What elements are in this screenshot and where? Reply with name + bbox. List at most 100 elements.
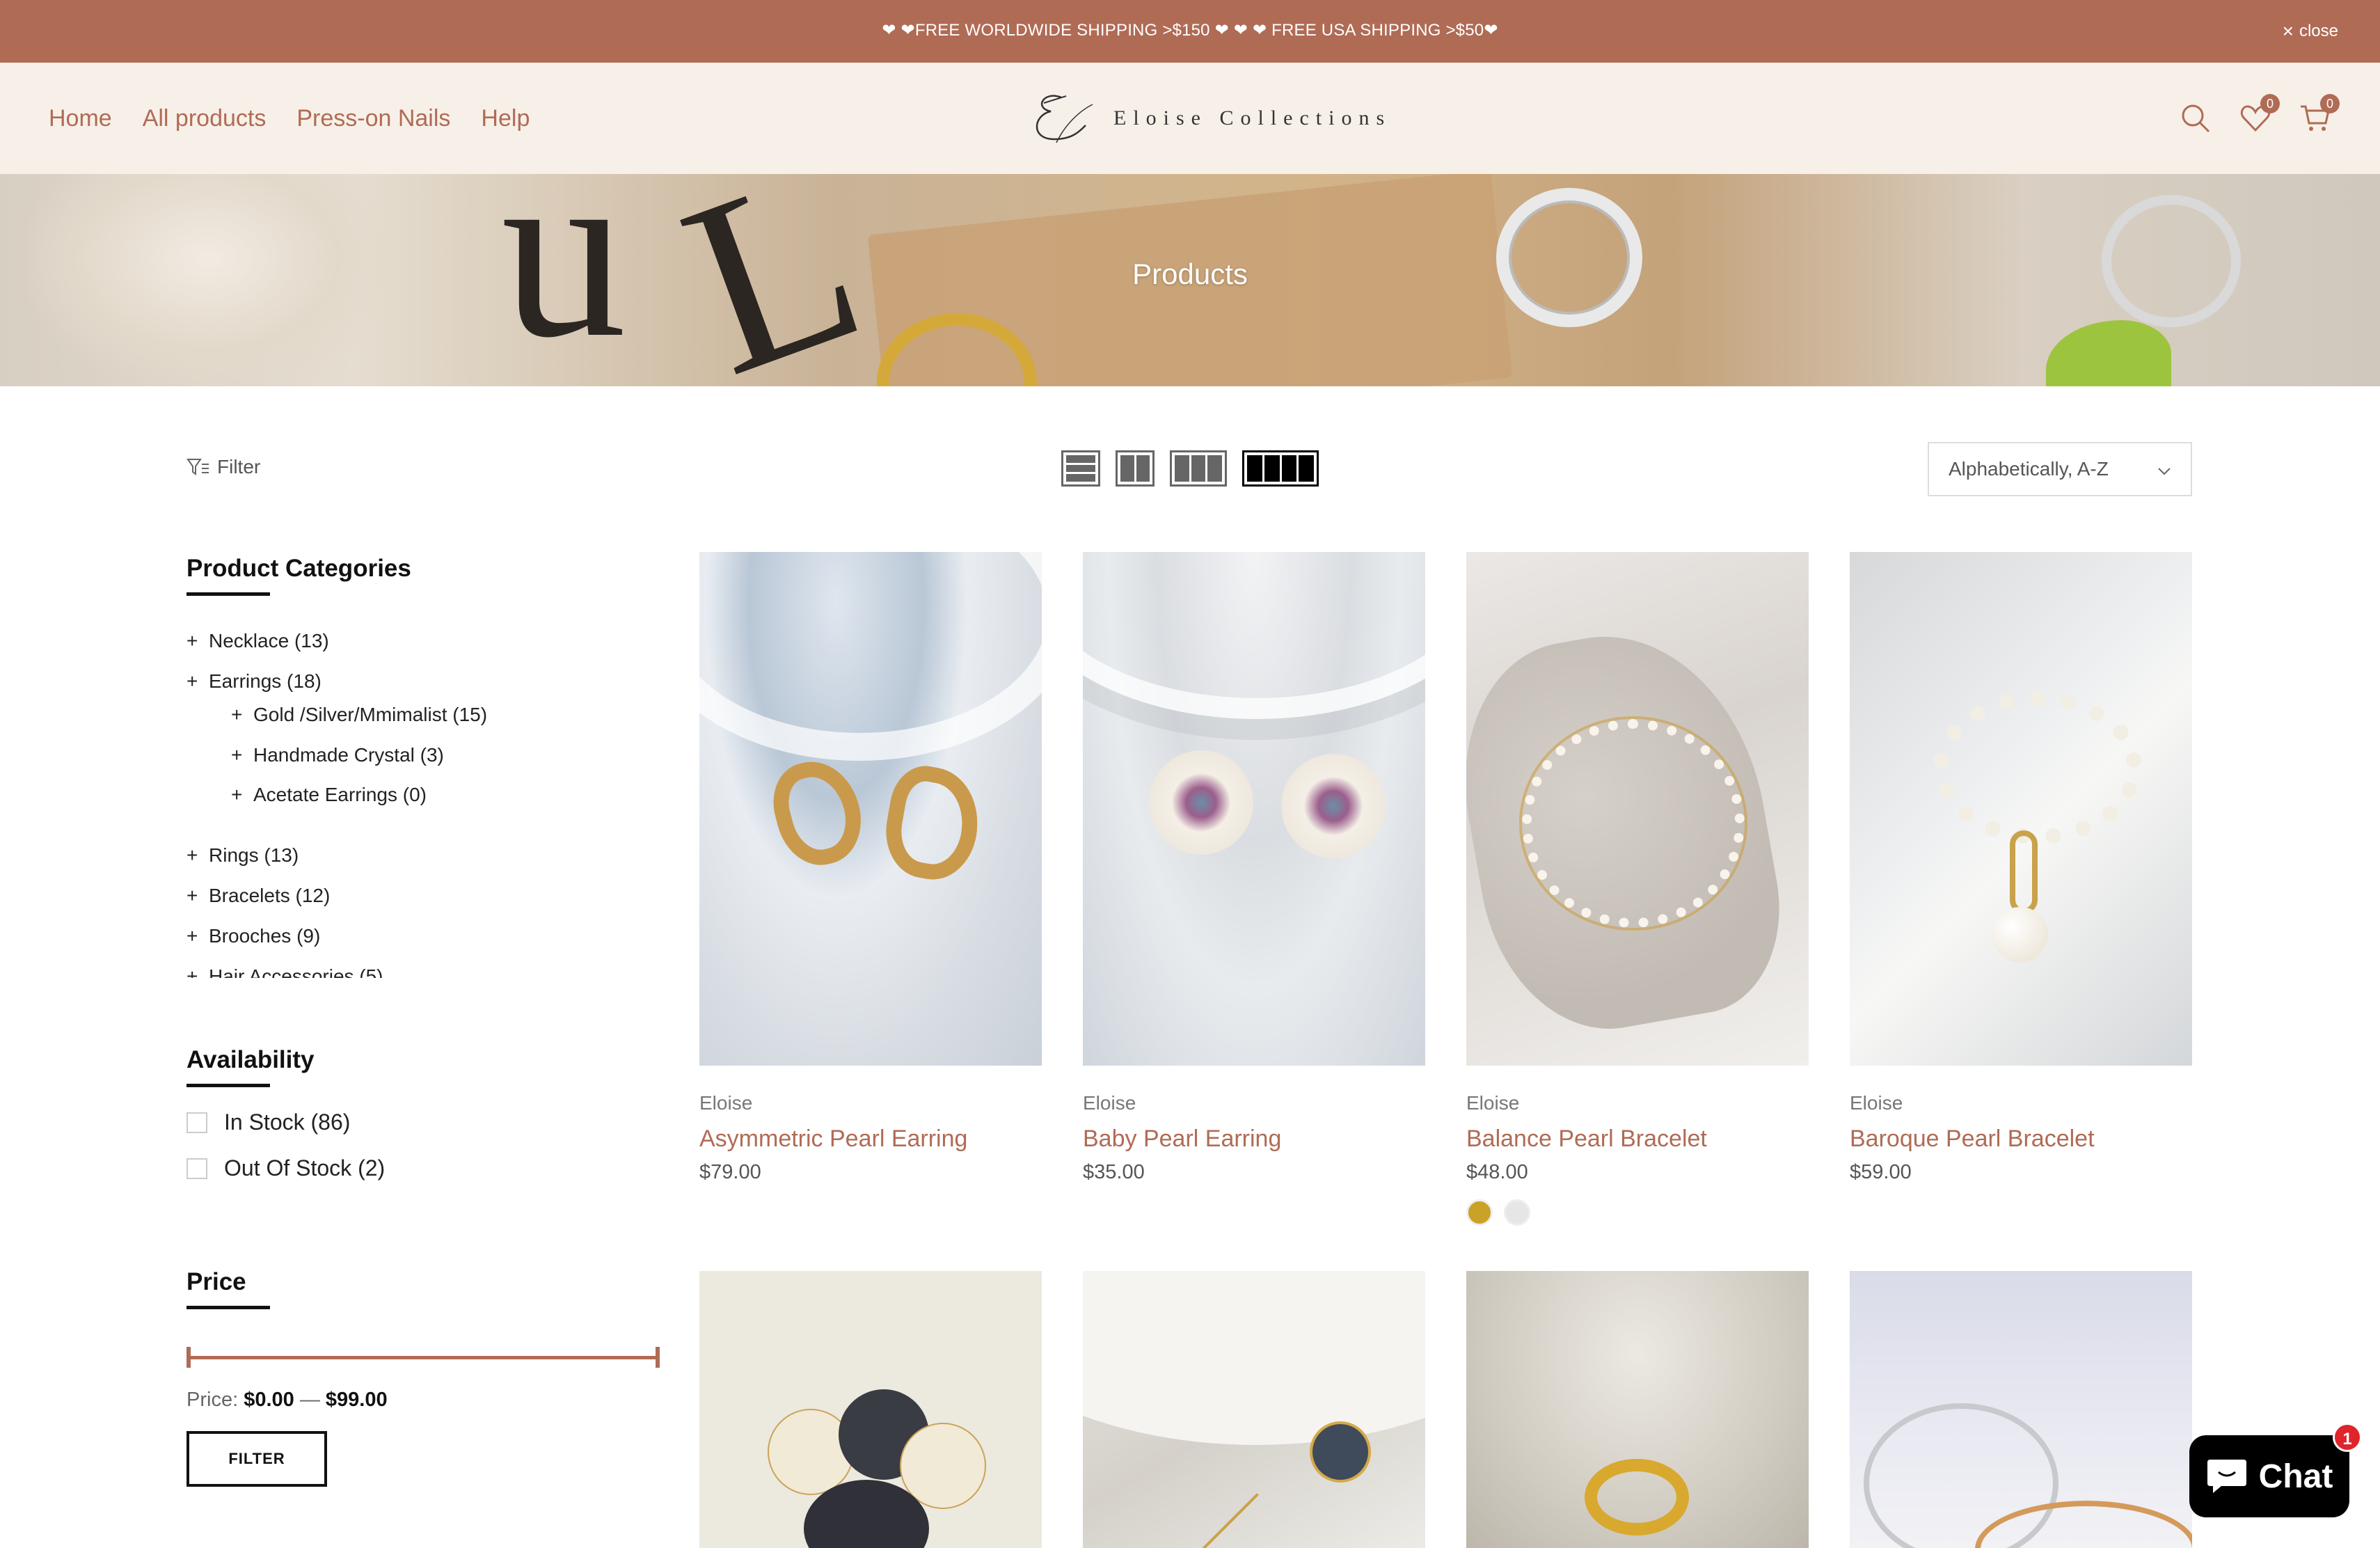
availability-count: (2) <box>358 1155 386 1180</box>
category-label: Bracelets (12) <box>209 885 331 906</box>
product-card[interactable] <box>1850 1271 2192 1548</box>
plus-icon: + <box>187 670 198 692</box>
availability-out-of-stock[interactable]: Out Of Stock (2) <box>187 1155 385 1181</box>
sort-select[interactable]: Alphabetically, A-Z <box>1928 442 2192 496</box>
grid-layout-switcher <box>1061 450 1319 487</box>
nav-help[interactable]: Help <box>481 105 530 132</box>
price-range-slider[interactable] <box>187 1347 660 1368</box>
chat-bubble-icon <box>2207 1460 2246 1493</box>
product-title[interactable]: Balance Pearl Bracelet <box>1466 1126 1809 1153</box>
category-label: Rings (13) <box>209 844 299 866</box>
product-image[interactable] <box>1083 1271 1425 1548</box>
price-range-text: Price: $0.00 — $99.00 <box>187 1389 388 1412</box>
product-image[interactable] <box>699 552 1042 1066</box>
filter-toggle[interactable]: Filter <box>187 456 260 478</box>
search-button[interactable] <box>2180 102 2212 134</box>
availability-label: Out Of Stock <box>224 1155 352 1180</box>
product-card[interactable]: Eloise Balance Pearl Bracelet $48.00 <box>1466 552 1809 1226</box>
category-item[interactable]: + Bracelets (12) <box>187 885 330 907</box>
wishlist-count-badge: 0 <box>2260 94 2280 113</box>
availability-in-stock[interactable]: In Stock (86) <box>187 1109 350 1135</box>
announcement-message: ❤ ❤FREE WORLDWIDE SHIPPING >$150 ❤ ❤ ❤ F… <box>882 21 1498 40</box>
announcement-bar: ❤ ❤FREE WORLDWIDE SHIPPING >$150 ❤ ❤ ❤ F… <box>0 0 2380 63</box>
announcement-close-button[interactable]: × close <box>2283 0 2338 63</box>
product-image[interactable] <box>699 1271 1042 1548</box>
product-card[interactable]: Eloise Asymmetric Pearl Earring $79.00 <box>699 552 1042 1184</box>
grid-2-button[interactable] <box>1116 450 1155 487</box>
subcategory-item[interactable]: + Acetate Earrings (0) <box>231 784 427 806</box>
product-card[interactable] <box>1466 1271 1809 1548</box>
categories-heading: Product Categories <box>187 555 411 596</box>
product-card[interactable] <box>1083 1271 1425 1548</box>
product-image[interactable] <box>1466 552 1809 1066</box>
category-item[interactable]: + Brooches (9) <box>187 925 320 947</box>
product-image[interactable] <box>1850 552 2192 1066</box>
grid-list-button[interactable] <box>1061 450 1100 487</box>
grid-4-button[interactable] <box>1242 450 1319 487</box>
product-vendor: Eloise <box>1466 1092 1520 1114</box>
plus-icon: + <box>187 925 198 947</box>
category-label: Gold /Silver/Mmimalist (15) <box>253 704 488 725</box>
chevron-down-icon <box>2157 458 2171 480</box>
site-header: Home All products Press-on Nails Help El… <box>0 63 2380 174</box>
collection-hero: u L Products <box>0 174 2380 386</box>
product-price: $48.00 <box>1466 1161 1528 1183</box>
product-card[interactable] <box>699 1271 1042 1548</box>
price-min: $0.00 <box>244 1389 294 1411</box>
plus-icon: + <box>187 844 198 866</box>
plus-icon: + <box>231 744 243 766</box>
category-item[interactable]: + Earrings (18) <box>187 670 322 693</box>
price-separator: — <box>299 1389 320 1411</box>
filter-button[interactable]: FILTER <box>187 1431 327 1487</box>
nav-all-products[interactable]: All products <box>143 105 267 132</box>
chat-unread-badge: 1 <box>2333 1423 2362 1452</box>
category-item[interactable]: + Necklace (13) <box>187 630 329 652</box>
close-icon: × <box>2282 20 2294 42</box>
category-label: Acetate Earrings (0) <box>253 784 427 805</box>
site-logo[interactable]: Eloise Collections <box>1023 84 1391 153</box>
subcategory-item[interactable]: + Gold /Silver/Mmimalist (15) <box>231 704 487 726</box>
category-label: Brooches (9) <box>209 925 321 947</box>
nav-press-on-nails[interactable]: Press-on Nails <box>296 105 450 132</box>
checkbox[interactable] <box>187 1158 207 1179</box>
categories-heading-text: Product Categories <box>187 555 411 582</box>
category-item[interactable]: + Hair Accessories (5) <box>187 965 383 978</box>
availability-label: In Stock <box>224 1109 305 1135</box>
product-image[interactable] <box>1083 552 1425 1066</box>
close-label: close <box>2299 22 2338 40</box>
product-card[interactable]: Eloise Baroque Pearl Bracelet $59.00 <box>1850 552 2192 1184</box>
cart-button[interactable]: 0 <box>2299 94 2340 134</box>
product-title[interactable]: Baroque Pearl Bracelet <box>1850 1126 2192 1153</box>
wishlist-button[interactable]: 0 <box>2239 94 2280 134</box>
checkbox[interactable] <box>187 1112 207 1133</box>
product-image[interactable] <box>1466 1271 1809 1548</box>
price-max: $99.00 <box>325 1389 388 1411</box>
chat-widget-button[interactable]: Chat 1 <box>2189 1423 2362 1517</box>
product-card[interactable]: Eloise Baby Pearl Earring $35.00 <box>1083 552 1425 1184</box>
header-icons: 0 0 <box>2180 63 2340 174</box>
slider-max-handle[interactable] <box>656 1347 660 1368</box>
nav-home[interactable]: Home <box>49 105 112 132</box>
logo-text: Eloise Collections <box>1113 106 1392 129</box>
slider-min-handle[interactable] <box>187 1347 191 1368</box>
filter-label: Filter <box>217 456 261 477</box>
product-title[interactable]: Asymmetric Pearl Earring <box>699 1126 1042 1153</box>
subcategory-item[interactable]: + Handmade Crystal (3) <box>231 744 444 766</box>
cart-count-badge: 0 <box>2320 94 2340 113</box>
category-item[interactable]: + Rings (13) <box>187 844 299 867</box>
plus-icon: + <box>187 885 198 906</box>
product-image[interactable] <box>1850 1271 2192 1548</box>
filter-icon <box>187 459 209 475</box>
plus-icon: + <box>231 784 243 805</box>
product-price: $59.00 <box>1850 1161 1912 1183</box>
plus-icon: + <box>231 704 243 725</box>
hero-plant <box>2046 320 2171 386</box>
product-title[interactable]: Baby Pearl Earring <box>1083 1126 1425 1153</box>
price-heading: Price <box>187 1268 270 1309</box>
swatch-silver[interactable] <box>1504 1199 1530 1226</box>
swatch-gold[interactable] <box>1466 1199 1493 1226</box>
chat-label: Chat <box>2258 1458 2333 1495</box>
price-prefix: Price: <box>187 1389 239 1411</box>
grid-3-button[interactable] <box>1170 450 1227 487</box>
page-title: Products <box>1132 258 1248 290</box>
